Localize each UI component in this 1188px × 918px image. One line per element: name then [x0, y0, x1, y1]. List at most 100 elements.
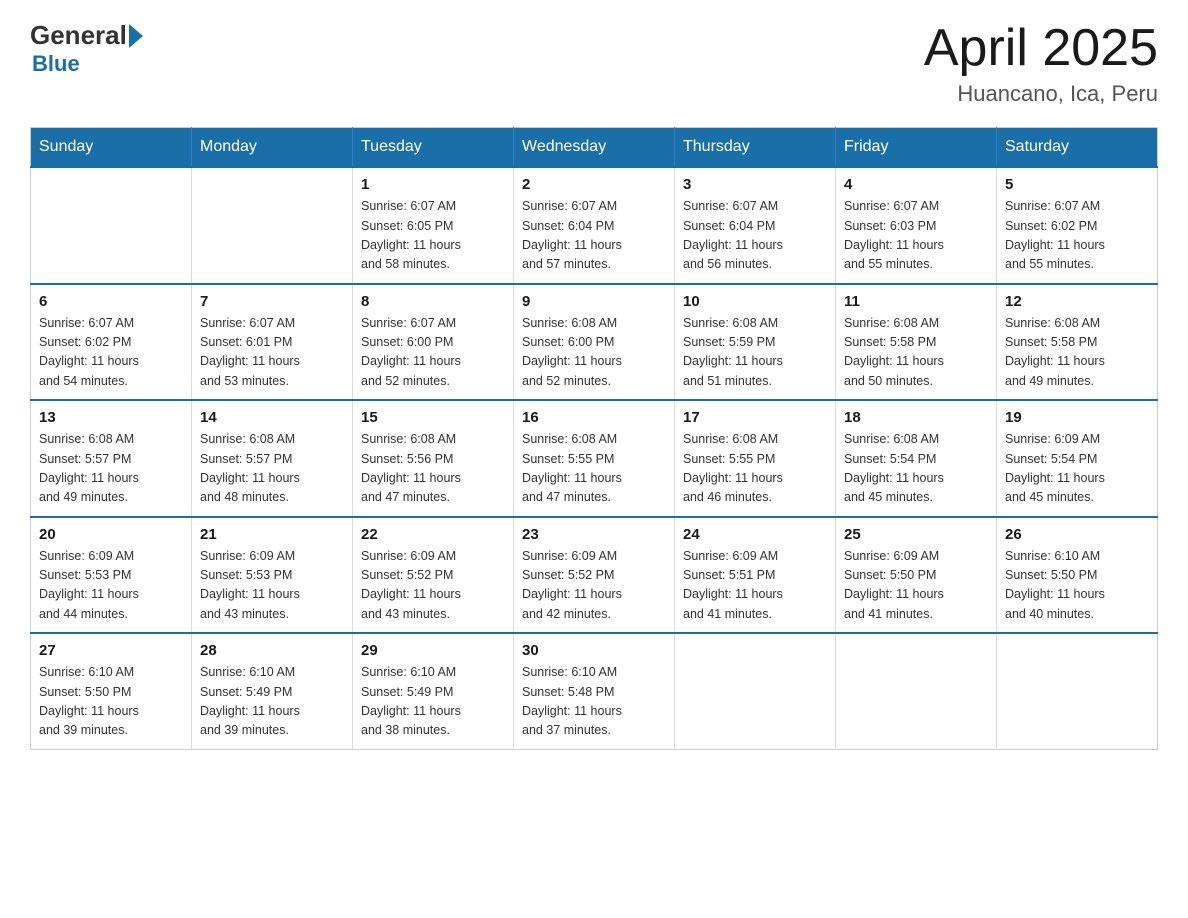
calendar-table: SundayMondayTuesdayWednesdayThursdayFrid… [30, 127, 1158, 750]
calendar-weekday-header: Wednesday [514, 128, 675, 168]
calendar-day-cell: 25 Sunrise: 6:09 AM Sunset: 5:50 PM Dayli… [836, 517, 997, 634]
calendar-day-cell: 11 Sunrise: 6:08 AM Sunset: 5:58 PM Dayli… [836, 284, 997, 401]
day-info: Sunrise: 6:07 AM Sunset: 6:02 PM Dayligh… [39, 314, 183, 392]
day-info: Sunrise: 6:08 AM Sunset: 5:55 PM Dayligh… [683, 430, 827, 508]
day-info: Sunrise: 6:09 AM Sunset: 5:53 PM Dayligh… [200, 547, 344, 625]
title-section: April 2025 Huancano, Ica, Peru [924, 20, 1158, 107]
calendar-weekday-header: Saturday [997, 128, 1158, 168]
day-number: 23 [522, 526, 666, 543]
calendar-day-cell: 19Sunrise: 6:09 AM Sunset: 5:54 PM Dayli… [997, 400, 1158, 517]
day-number: 19 [1005, 409, 1149, 426]
calendar-day-cell [997, 633, 1158, 749]
calendar-day-cell: 15Sunrise: 6:08 AM Sunset: 5:56 PM Dayli… [353, 400, 514, 517]
day-number: 21 [200, 526, 344, 543]
day-number: 22 [361, 526, 505, 543]
day-number: 1 [361, 176, 505, 193]
day-info: Sunrise: 6:09 AM Sunset: 5:51 PM Dayligh… [683, 547, 827, 625]
day-number: 13 [39, 409, 183, 426]
day-number: 5 [1005, 176, 1149, 193]
logo-arrow-icon [129, 24, 143, 48]
day-info: Sunrise: 6:09 AM Sunset: 5:52 PM Dayligh… [522, 547, 666, 625]
day-number: 29 [361, 642, 505, 659]
page-subtitle: Huancano, Ica, Peru [924, 81, 1158, 107]
calendar-day-cell: 22 Sunrise: 6:09 AM Sunset: 5:52 PM Dayli… [353, 517, 514, 634]
calendar-weekday-header: Friday [836, 128, 997, 168]
calendar-day-cell: 26 Sunrise: 6:10 AM Sunset: 5:50 PM Dayli… [997, 517, 1158, 634]
day-number: 7 [200, 293, 344, 310]
day-info: Sunrise: 6:10 AM Sunset: 5:50 PM Dayligh… [1005, 547, 1149, 625]
calendar-day-cell: 23 Sunrise: 6:09 AM Sunset: 5:52 PM Dayli… [514, 517, 675, 634]
day-number: 8 [361, 293, 505, 310]
calendar-header-row: SundayMondayTuesdayWednesdayThursdayFrid… [31, 128, 1158, 168]
day-info: Sunrise: 6:10 AM Sunset: 5:50 PM Dayligh… [39, 663, 183, 741]
calendar-day-cell: 17 Sunrise: 6:08 AM Sunset: 5:55 PM Dayli… [675, 400, 836, 517]
day-number: 14 [200, 409, 344, 426]
day-info: Sunrise: 6:08 AM Sunset: 5:58 PM Dayligh… [1005, 314, 1149, 392]
calendar-day-cell: 7 Sunrise: 6:07 AM Sunset: 6:01 PM Daylig… [192, 284, 353, 401]
day-info: Sunrise: 6:10 AM Sunset: 5:48 PM Dayligh… [522, 663, 666, 741]
logo-text: General [30, 20, 145, 51]
logo: General Blue [30, 20, 145, 77]
calendar-day-cell: 21 Sunrise: 6:09 AM Sunset: 5:53 PM Dayli… [192, 517, 353, 634]
day-number: 18 [844, 409, 988, 426]
day-info: Sunrise: 6:10 AM Sunset: 5:49 PM Dayligh… [200, 663, 344, 741]
calendar-day-cell: 12 Sunrise: 6:08 AM Sunset: 5:58 PM Dayli… [997, 284, 1158, 401]
calendar-day-cell [31, 167, 192, 284]
calendar-week-row: 1 Sunrise: 6:07 AM Sunset: 6:05 PM Daylig… [31, 167, 1158, 284]
day-info: Sunrise: 6:08 AM Sunset: 5:57 PM Dayligh… [39, 430, 183, 508]
calendar-weekday-header: Tuesday [353, 128, 514, 168]
day-number: 12 [1005, 293, 1149, 310]
calendar-day-cell: 5 Sunrise: 6:07 AM Sunset: 6:02 PM Daylig… [997, 167, 1158, 284]
page-title: April 2025 [924, 20, 1158, 77]
calendar-day-cell: 29 Sunrise: 6:10 AM Sunset: 5:49 PM Dayli… [353, 633, 514, 749]
day-number: 16 [522, 409, 666, 426]
calendar-weekday-header: Sunday [31, 128, 192, 168]
calendar-day-cell: 6 Sunrise: 6:07 AM Sunset: 6:02 PM Daylig… [31, 284, 192, 401]
calendar-day-cell: 18Sunrise: 6:08 AM Sunset: 5:54 PM Dayli… [836, 400, 997, 517]
calendar-day-cell: 10 Sunrise: 6:08 AM Sunset: 5:59 PM Dayli… [675, 284, 836, 401]
calendar-weekday-header: Monday [192, 128, 353, 168]
calendar-day-cell: 16 Sunrise: 6:08 AM Sunset: 5:55 PM Dayli… [514, 400, 675, 517]
day-info: Sunrise: 6:08 AM Sunset: 6:00 PM Dayligh… [522, 314, 666, 392]
calendar-week-row: 27 Sunrise: 6:10 AM Sunset: 5:50 PM Dayli… [31, 633, 1158, 749]
calendar-day-cell: 8 Sunrise: 6:07 AM Sunset: 6:00 PM Daylig… [353, 284, 514, 401]
day-number: 11 [844, 293, 988, 310]
calendar-day-cell: 2Sunrise: 6:07 AM Sunset: 6:04 PM Daylig… [514, 167, 675, 284]
day-number: 17 [683, 409, 827, 426]
day-info: Sunrise: 6:09 AM Sunset: 5:52 PM Dayligh… [361, 547, 505, 625]
day-info: Sunrise: 6:07 AM Sunset: 6:00 PM Dayligh… [361, 314, 505, 392]
calendar-day-cell [192, 167, 353, 284]
day-number: 10 [683, 293, 827, 310]
day-info: Sunrise: 6:07 AM Sunset: 6:04 PM Dayligh… [683, 197, 827, 275]
calendar-day-cell: 4Sunrise: 6:07 AM Sunset: 6:03 PM Daylig… [836, 167, 997, 284]
calendar-day-cell [836, 633, 997, 749]
day-info: Sunrise: 6:07 AM Sunset: 6:01 PM Dayligh… [200, 314, 344, 392]
day-number: 9 [522, 293, 666, 310]
logo-blue-text: Blue [32, 51, 80, 77]
calendar-day-cell: 1 Sunrise: 6:07 AM Sunset: 6:05 PM Daylig… [353, 167, 514, 284]
logo-general-text: General [30, 20, 127, 51]
calendar-week-row: 6 Sunrise: 6:07 AM Sunset: 6:02 PM Daylig… [31, 284, 1158, 401]
day-info: Sunrise: 6:09 AM Sunset: 5:53 PM Dayligh… [39, 547, 183, 625]
day-number: 20 [39, 526, 183, 543]
day-number: 25 [844, 526, 988, 543]
day-info: Sunrise: 6:09 AM Sunset: 5:50 PM Dayligh… [844, 547, 988, 625]
day-info: Sunrise: 6:08 AM Sunset: 5:57 PM Dayligh… [200, 430, 344, 508]
day-number: 24 [683, 526, 827, 543]
day-info: Sunrise: 6:07 AM Sunset: 6:02 PM Dayligh… [1005, 197, 1149, 275]
calendar-week-row: 13 Sunrise: 6:08 AM Sunset: 5:57 PM Dayli… [31, 400, 1158, 517]
page-header: General Blue April 2025 Huancano, Ica, P… [30, 20, 1158, 107]
calendar-day-cell: 30 Sunrise: 6:10 AM Sunset: 5:48 PM Dayli… [514, 633, 675, 749]
day-number: 30 [522, 642, 666, 659]
day-info: Sunrise: 6:10 AM Sunset: 5:49 PM Dayligh… [361, 663, 505, 741]
day-number: 4 [844, 176, 988, 193]
day-info: Sunrise: 6:07 AM Sunset: 6:05 PM Dayligh… [361, 197, 505, 275]
day-number: 6 [39, 293, 183, 310]
calendar-week-row: 20 Sunrise: 6:09 AM Sunset: 5:53 PM Dayli… [31, 517, 1158, 634]
day-info: Sunrise: 6:08 AM Sunset: 5:55 PM Dayligh… [522, 430, 666, 508]
day-number: 27 [39, 642, 183, 659]
day-number: 26 [1005, 526, 1149, 543]
calendar-day-cell: 9 Sunrise: 6:08 AM Sunset: 6:00 PM Daylig… [514, 284, 675, 401]
day-info: Sunrise: 6:08 AM Sunset: 5:58 PM Dayligh… [844, 314, 988, 392]
day-info: Sunrise: 6:08 AM Sunset: 5:59 PM Dayligh… [683, 314, 827, 392]
